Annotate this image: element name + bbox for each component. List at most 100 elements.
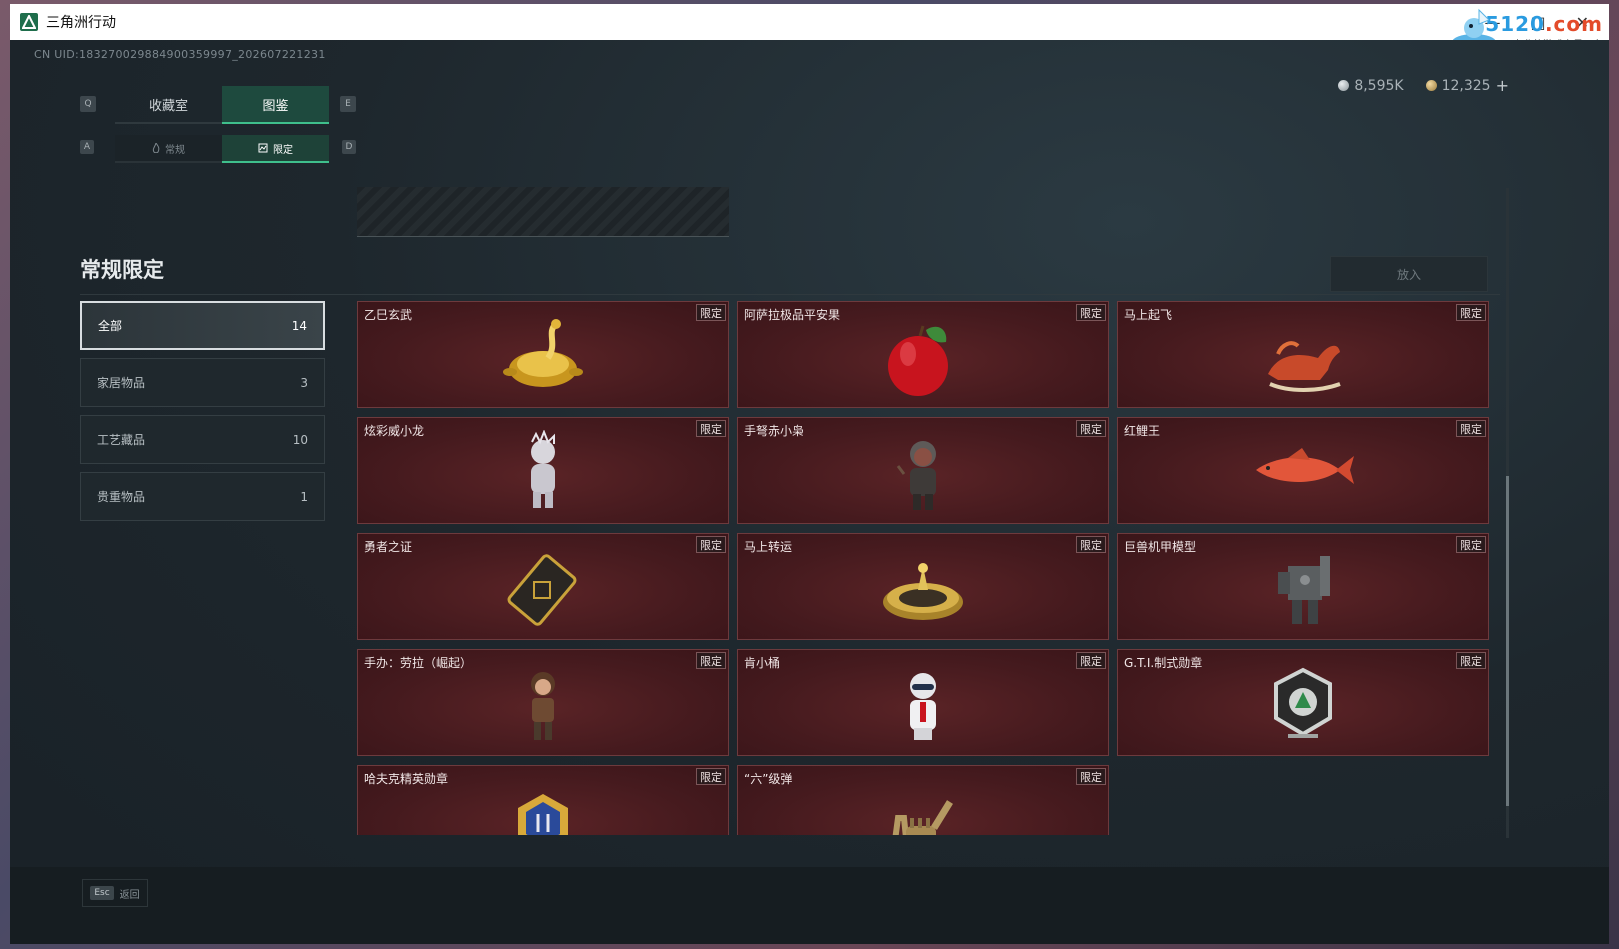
item-name: 手弩赤小枭 bbox=[744, 424, 805, 438]
limited-tag: 限定 bbox=[1076, 420, 1106, 437]
category-all[interactable]: 全部 14 bbox=[80, 301, 325, 350]
frame-icon bbox=[258, 143, 268, 153]
item-card[interactable]: 阿萨拉极品平安果 限定 bbox=[737, 301, 1109, 408]
limited-tag: 限定 bbox=[1456, 304, 1486, 321]
category-label: 工艺藏品 bbox=[97, 433, 146, 447]
limited-tag: 限定 bbox=[696, 768, 726, 785]
gold-amount: 12,325 bbox=[1441, 77, 1491, 94]
silver-currency: 8,595K bbox=[1338, 76, 1404, 95]
silver-amount: 8,595K bbox=[1354, 77, 1404, 94]
item-name: 马上起飞 bbox=[1124, 308, 1173, 322]
key-d-hint: D bbox=[342, 140, 356, 154]
item-name: 巨兽机甲模型 bbox=[1124, 540, 1197, 554]
item-card[interactable]: 哈夫克精英勋章 限定 bbox=[357, 765, 729, 835]
item-card[interactable]: 手办：劳拉（崛起） 限定 bbox=[357, 649, 729, 756]
gold-currency: 12,325 + bbox=[1425, 76, 1509, 95]
item-card[interactable]: 马上转运 限定 bbox=[737, 533, 1109, 640]
esc-key-hint: Esc bbox=[90, 886, 114, 900]
red-horse-icon bbox=[1268, 341, 1341, 392]
category-count: 10 bbox=[292, 432, 308, 447]
tab-catalog[interactable]: 图鉴 bbox=[222, 86, 329, 124]
key-q-hint: Q bbox=[80, 96, 96, 112]
key-a-hint: A bbox=[80, 140, 94, 154]
tab-regular-label: 常规 bbox=[165, 144, 185, 156]
item-card[interactable]: “六”级弹 限定 bbox=[737, 765, 1109, 835]
category-count: 3 bbox=[300, 375, 308, 390]
mech-model-icon bbox=[1278, 556, 1330, 624]
collection-page: CN UID:18327002988490035999​7_2026072212… bbox=[10, 40, 1609, 944]
category-count: 1 bbox=[300, 489, 308, 504]
category-label: 贵重物品 bbox=[97, 490, 146, 504]
limited-tag: 限定 bbox=[1076, 652, 1106, 669]
gold-hand-icon bbox=[892, 800, 953, 835]
limited-tag: 限定 bbox=[1456, 652, 1486, 669]
item-name: 肯小桶 bbox=[744, 656, 781, 670]
flame-icon bbox=[152, 143, 160, 153]
item-card[interactable]: 手弩赤小枭 限定 bbox=[737, 417, 1109, 524]
sub-tabs: 常规 限定 bbox=[115, 135, 329, 163]
add-currency-button[interactable]: + bbox=[1496, 76, 1509, 95]
title-bar: 三角洲行动 — □ ✕ 5120.com 专业的游戏交易平台 bbox=[10, 4, 1609, 51]
item-card[interactable]: 红鲤王 限定 bbox=[1117, 417, 1489, 524]
scroll-thumb[interactable] bbox=[1506, 476, 1509, 806]
category-valuables[interactable]: 贵重物品 1 bbox=[80, 472, 325, 521]
tab-collection-room[interactable]: 收藏室 bbox=[115, 86, 222, 124]
category-count: 14 bbox=[291, 318, 307, 333]
category-home[interactable]: 家居物品 3 bbox=[80, 358, 325, 407]
item-grid: 乙巳玄武 限定 阿萨拉极品平安果 限定 马上起飞 限定 炫彩威小龙 限定 手弩赤… bbox=[357, 301, 1497, 835]
section-divider bbox=[80, 294, 1500, 295]
white-figure-icon bbox=[531, 430, 555, 508]
footer-bar: Esc 返回 bbox=[10, 867, 1609, 944]
category-list: 全部 14 家居物品 3 工艺藏品 10 贵重物品 1 bbox=[80, 301, 325, 529]
limited-tag: 限定 bbox=[1456, 536, 1486, 553]
main-tabs: 收藏室 图鉴 bbox=[115, 86, 329, 124]
limited-tag: 限定 bbox=[1076, 536, 1106, 553]
hooded-figure-icon bbox=[896, 441, 936, 510]
gold-snake-turtle-icon bbox=[503, 319, 583, 387]
red-carp-icon bbox=[1256, 448, 1354, 484]
limited-tag: 限定 bbox=[696, 304, 726, 321]
silver-coin-icon bbox=[1338, 80, 1350, 91]
item-name: G.T.I.制式勋章 bbox=[1124, 656, 1203, 670]
game-window: 三角洲行动 — □ ✕ 5120.com 专业的游戏交易平台 CN UID:18… bbox=[10, 4, 1609, 944]
limited-tag: 限定 bbox=[696, 652, 726, 669]
item-card[interactable]: G.T.I.制式勋章 限定 bbox=[1117, 649, 1489, 756]
item-card[interactable]: 马上起飞 限定 bbox=[1117, 301, 1489, 408]
category-label: 全部 bbox=[98, 319, 123, 333]
item-name: 炫彩威小龙 bbox=[364, 424, 425, 438]
striped-banner bbox=[357, 187, 729, 237]
uid-label: CN UID:18327002988490035999​7_2026072212… bbox=[34, 48, 326, 61]
item-card[interactable]: 乙巳玄武 限定 bbox=[357, 301, 729, 408]
lara-figure-icon bbox=[531, 672, 555, 740]
haavk-medal-icon bbox=[518, 794, 568, 835]
tab-regular[interactable]: 常规 bbox=[115, 135, 222, 163]
put-in-button[interactable]: 放入 bbox=[1330, 256, 1488, 292]
colonel-figure-icon bbox=[910, 673, 936, 740]
limited-tag: 限定 bbox=[696, 420, 726, 437]
tab-limited-label: 限定 bbox=[273, 144, 293, 156]
app-logo-icon bbox=[20, 13, 38, 31]
item-name: 手办：劳拉（崛起） bbox=[364, 656, 473, 670]
scrollbar[interactable] bbox=[1506, 188, 1509, 838]
category-craft[interactable]: 工艺藏品 10 bbox=[80, 415, 325, 464]
item-card[interactable]: 炫彩威小龙 限定 bbox=[357, 417, 729, 524]
item-name: 阿萨拉极品平安果 bbox=[744, 308, 841, 322]
gti-medal-icon bbox=[1274, 667, 1332, 738]
key-e-hint: E bbox=[340, 96, 356, 112]
limited-tag: 限定 bbox=[696, 536, 726, 553]
gold-coin-icon bbox=[1425, 80, 1437, 91]
item-card[interactable]: 肯小桶 限定 bbox=[737, 649, 1109, 756]
section-title: 常规限定 bbox=[80, 258, 164, 282]
limited-tag: 限定 bbox=[1456, 420, 1486, 437]
item-name: 马上转运 bbox=[744, 540, 793, 554]
limited-tag: 限定 bbox=[1076, 304, 1106, 321]
item-card[interactable]: 巨兽机甲模型 限定 bbox=[1117, 533, 1489, 640]
currency-bar: 8,595K 12,325 + bbox=[1338, 76, 1509, 95]
red-apple-icon bbox=[888, 325, 948, 396]
tab-limited[interactable]: 限定 bbox=[222, 135, 329, 163]
back-button[interactable]: Esc 返回 bbox=[82, 879, 148, 907]
item-card[interactable]: 勇者之证 限定 bbox=[357, 533, 729, 640]
category-label: 家居物品 bbox=[97, 376, 146, 390]
black-gold-card-icon bbox=[507, 554, 577, 626]
item-name: 红鲤王 bbox=[1124, 424, 1161, 438]
